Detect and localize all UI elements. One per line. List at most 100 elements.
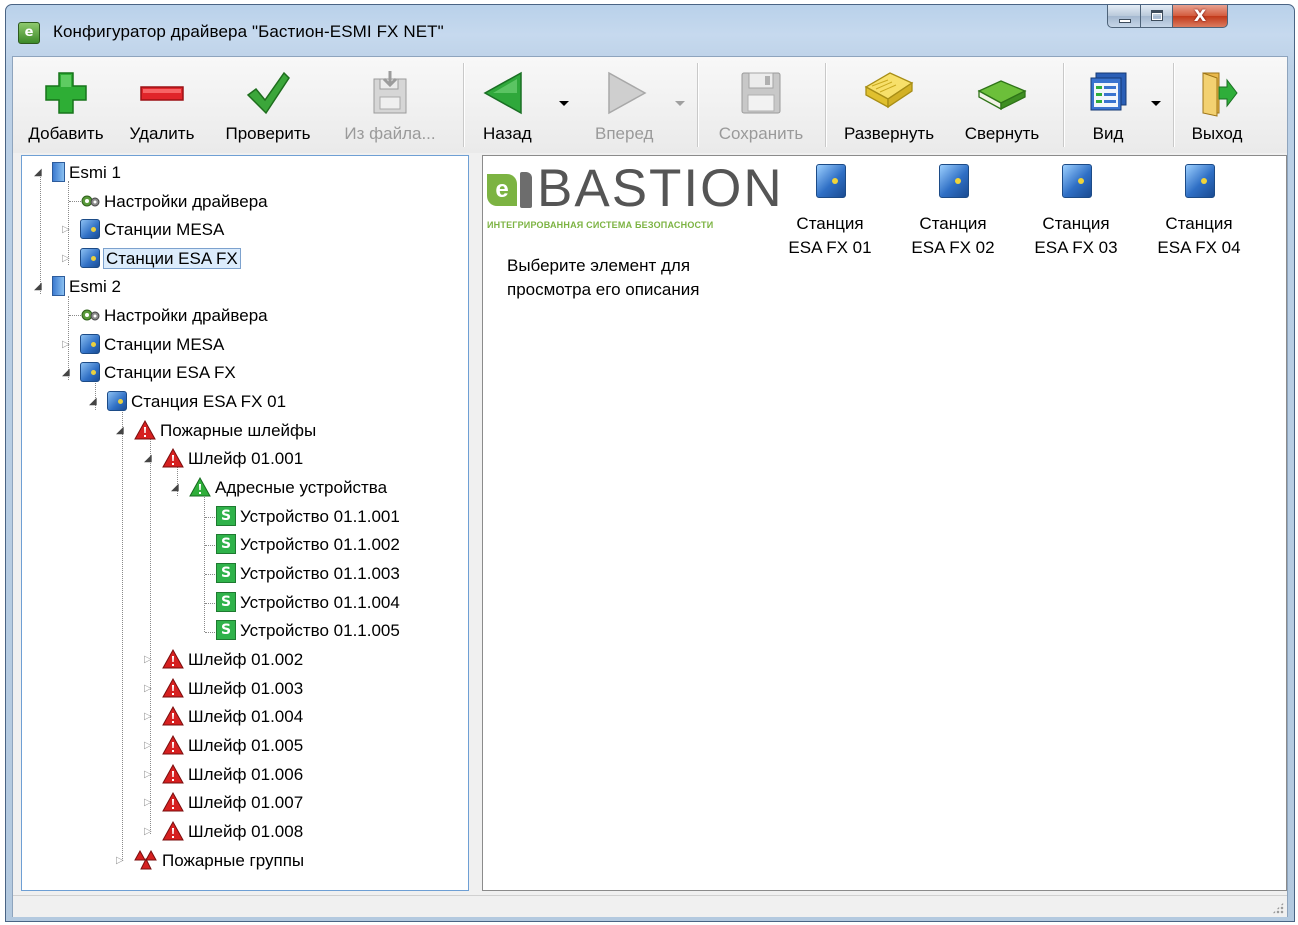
tree-node-fire-groups[interactable]: ▷ Пожарные группы — [116, 848, 304, 874]
tree-node-loop[interactable]: ▷ Шлейф 01.006 — [144, 762, 303, 788]
tree-node-device[interactable]: S Устройство 01.1.004 — [216, 590, 400, 616]
open-book-icon — [864, 72, 914, 109]
expand-arrow-icon[interactable]: ▷ — [62, 332, 72, 358]
tree-node-driver-settings[interactable]: Настройки драйвера — [80, 189, 268, 215]
device-icon: S — [216, 562, 236, 583]
view-button[interactable]: Вид — [1073, 61, 1143, 151]
tree-node-driver-settings[interactable]: Настройки драйвера — [80, 303, 268, 329]
tree-node-loop[interactable]: ▷ Шлейф 01.007 — [144, 790, 303, 816]
collapse-button[interactable]: Свернуть — [949, 61, 1055, 151]
expand-arrow-icon[interactable]: ▷ — [144, 647, 154, 673]
resize-grip[interactable] — [1272, 902, 1284, 914]
tree-node-device[interactable]: S Устройство 01.1.001 — [216, 504, 400, 530]
station-caption-line: ESA FX 03 — [1034, 238, 1118, 257]
description-hint: Выберите элемент для просмотра его описа… — [507, 256, 700, 299]
tree-node-label: Адресные устройства — [215, 478, 388, 497]
forward-label: Вперед — [595, 124, 654, 143]
fire-warning-icon — [162, 820, 184, 841]
station-caption-line: Станция — [919, 214, 987, 233]
tree-node-fire-loops[interactable]: ◢ Пожарные шлейфы — [116, 418, 316, 444]
delete-button[interactable]: Удалить — [117, 61, 207, 151]
tree-node-device[interactable]: S Устройство 01.1.003 — [216, 561, 400, 587]
expand-arrow-icon[interactable]: ▷ — [62, 246, 72, 272]
plus-icon — [45, 72, 87, 114]
view-icon — [1090, 72, 1127, 111]
expand-arrow-icon[interactable]: ▷ — [144, 733, 154, 759]
tree-node-loop[interactable]: ▷ Шлейф 01.008 — [144, 819, 303, 845]
station-icon — [816, 164, 846, 198]
forward-dropdown-arrow[interactable] — [675, 101, 685, 106]
back-arrow-icon — [483, 71, 522, 115]
check-button[interactable]: Проверить — [213, 61, 323, 151]
expand-arrow-icon[interactable]: ▷ — [144, 762, 154, 788]
exit-button[interactable]: Выход — [1179, 61, 1255, 151]
tree-node-station-esa-fx-01[interactable]: ◢ Станция ESA FX 01 — [89, 389, 286, 415]
expand-arrow-icon[interactable]: ▷ — [144, 790, 154, 816]
fire-warning-icon — [162, 648, 184, 669]
title-bar[interactable]: e Конфигуратор драйвера "Бастион-ESMI FX… — [6, 5, 1294, 55]
client-area: Добавить Удалить Проверить Из файла... Н… — [12, 56, 1288, 917]
collapse-arrow-icon[interactable]: ◢ — [89, 389, 99, 415]
station-item[interactable]: Станция ESA FX 02 — [898, 160, 1008, 270]
tree-node-esmi-2[interactable]: ◢ Esmi 2 — [34, 274, 121, 300]
station-caption: Станция ESA FX 04 — [1144, 212, 1254, 260]
station-item[interactable]: Станция ESA FX 01 — [775, 160, 885, 270]
collapse-arrow-icon[interactable]: ◢ — [62, 360, 72, 386]
device-icon: S — [216, 591, 236, 612]
tree-node-loop-01-001[interactable]: ◢ Шлейф 01.001 — [144, 446, 303, 472]
tree-node-stations-esa-fx[interactable]: ▷ Станции ESA FX — [62, 246, 241, 272]
tree-node-loop[interactable]: ▷ Шлейф 01.003 — [144, 676, 303, 702]
station-item[interactable]: Станция ESA FX 03 — [1021, 160, 1131, 270]
view-label: Вид — [1092, 124, 1124, 143]
back-dropdown-arrow[interactable] — [559, 101, 569, 106]
tree-node-loop[interactable]: ▷ Шлейф 01.002 — [144, 647, 303, 673]
tree-node-label: Шлейф 01.008 — [188, 822, 304, 841]
station-item[interactable]: Станция ESA FX 04 — [1144, 160, 1254, 270]
content-panel[interactable]: e BASTION ИНТЕГРИРОВАННАЯ СИСТЕМА БЕЗОПА… — [482, 155, 1287, 891]
expand-arrow-icon[interactable]: ▷ — [144, 676, 154, 702]
station-caption-line: ESA FX 02 — [911, 238, 995, 257]
delete-label: Удалить — [129, 124, 195, 143]
save-button[interactable]: Сохранить — [703, 61, 819, 151]
tree-panel[interactable]: ◢ Esmi 1 Настройки драйвера ▷ Станции ME… — [21, 155, 469, 891]
exit-label: Выход — [1191, 124, 1243, 143]
collapse-arrow-icon[interactable]: ◢ — [171, 475, 181, 501]
tree-node-address-devices[interactable]: ◢ Адресные устройства — [171, 475, 387, 501]
tree-node-device[interactable]: S Устройство 01.1.005 — [216, 618, 400, 644]
save-label: Сохранить — [718, 124, 804, 143]
tree-node-device[interactable]: S Устройство 01.1.002 — [216, 532, 400, 558]
expand-arrow-icon[interactable]: ▷ — [116, 848, 126, 874]
expand-arrow-icon[interactable]: ▷ — [144, 704, 154, 730]
tree-node-label: Esmi 2 — [69, 277, 121, 296]
esmi-device-icon — [52, 275, 65, 296]
maximize-button[interactable] — [1140, 5, 1173, 28]
collapse-arrow-icon[interactable]: ◢ — [144, 446, 154, 472]
tree-node-stations-mesa[interactable]: ▷ Станции MESA — [62, 217, 224, 243]
tree-node-loop[interactable]: ▷ Шлейф 01.005 — [144, 733, 303, 759]
collapse-arrow-icon[interactable]: ◢ — [116, 418, 126, 444]
tree-node-label: Устройство 01.1.003 — [240, 564, 400, 583]
expand-button[interactable]: Развернуть — [831, 61, 947, 151]
view-dropdown-arrow[interactable] — [1151, 101, 1161, 106]
tree-node-stations-esa-fx[interactable]: ◢ Станции ESA FX — [62, 360, 236, 386]
checkmark-icon — [246, 71, 290, 115]
check-label: Проверить — [225, 124, 311, 143]
close-button[interactable]: X — [1172, 5, 1228, 28]
device-icon: S — [216, 533, 236, 554]
back-button[interactable]: Назад — [471, 61, 543, 151]
minimize-button[interactable] — [1107, 5, 1141, 28]
tree-node-stations-mesa[interactable]: ▷ Станции MESA — [62, 332, 224, 358]
tree-node-esmi-1[interactable]: ◢ Esmi 1 — [34, 160, 121, 186]
collapse-arrow-icon[interactable]: ◢ — [34, 160, 44, 186]
tree-node-label: Настройки драйвера — [104, 306, 268, 325]
from-file-button[interactable]: Из файла... — [335, 61, 445, 151]
add-button[interactable]: Добавить — [17, 61, 115, 151]
tree-node-loop[interactable]: ▷ Шлейф 01.004 — [144, 704, 303, 730]
expand-arrow-icon[interactable]: ▷ — [62, 217, 72, 243]
collapse-arrow-icon[interactable]: ◢ — [34, 274, 44, 300]
tree-node-label: Настройки драйвера — [104, 192, 268, 211]
tree-node-label: Шлейф 01.006 — [188, 765, 304, 784]
expand-arrow-icon[interactable]: ▷ — [144, 819, 154, 845]
logo-mark: e — [487, 174, 517, 206]
forward-button[interactable]: Вперед — [579, 61, 679, 151]
